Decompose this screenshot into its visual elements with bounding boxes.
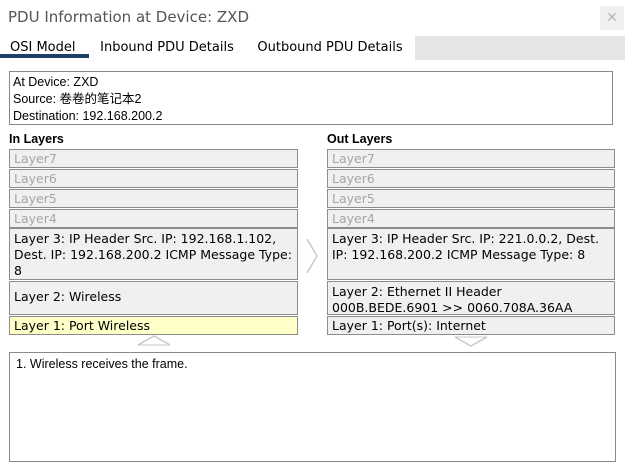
out-layer-6[interactable]: Layer6 [327, 169, 615, 188]
in-layer-4[interactable]: Layer4 [9, 209, 298, 228]
title-bar: PDU Information at Device: ZXD ✕ [0, 0, 625, 34]
out-layer-1[interactable]: Layer 1: Port(s): Internet [327, 316, 615, 335]
description-text: 1. Wireless receives the frame. [16, 357, 188, 371]
in-layer-2[interactable]: Layer 2: Wireless [9, 281, 298, 315]
destination-label: Destination: 192.168.200.2 [13, 109, 163, 123]
tab-inbound-pdu-details[interactable]: Inbound PDU Details [89, 36, 245, 58]
out-layer-7[interactable]: Layer7 [327, 149, 615, 168]
in-layer-7[interactable]: Layer7 [9, 149, 298, 168]
in-layer-1[interactable]: Layer 1: Port Wireless [9, 316, 298, 335]
in-layers-heading: In Layers [9, 132, 64, 146]
in-layer-6[interactable]: Layer6 [9, 169, 298, 188]
arrow-down-icon [454, 336, 488, 347]
tab-osi-model[interactable]: OSI Model [0, 36, 89, 58]
tab-outbound-pdu-details[interactable]: Outbound PDU Details [245, 36, 415, 58]
out-layer-4[interactable]: Layer4 [327, 209, 615, 228]
description-box: 1. Wireless receives the frame. [9, 352, 616, 462]
arrow-right-icon [306, 238, 318, 274]
close-icon: ✕ [606, 10, 618, 26]
tab-bar-filler [415, 36, 625, 60]
tab-bar: OSI Model Inbound PDU Details Outbound P… [0, 36, 625, 60]
device-info-box: At Device: ZXD Source: 卷卷的笔记本2 Destinati… [9, 71, 613, 125]
out-layer-3[interactable]: Layer 3: IP Header Src. IP: 221.0.0.2, D… [327, 228, 615, 280]
in-layer-5[interactable]: Layer5 [9, 189, 298, 208]
source-label: Source: 卷卷的笔记本2 [13, 92, 142, 106]
window-title: PDU Information at Device: ZXD [8, 8, 250, 26]
out-layer-2[interactable]: Layer 2: Ethernet II Header 000B.BEDE.69… [327, 281, 615, 315]
in-layer-3[interactable]: Layer 3: IP Header Src. IP: 192.168.1.10… [9, 228, 298, 280]
device-label: At Device: ZXD [13, 75, 99, 89]
arrow-up-icon [137, 335, 171, 346]
out-layer-5[interactable]: Layer5 [327, 189, 615, 208]
out-layers-heading: Out Layers [327, 132, 393, 146]
close-button[interactable]: ✕ [600, 6, 624, 30]
